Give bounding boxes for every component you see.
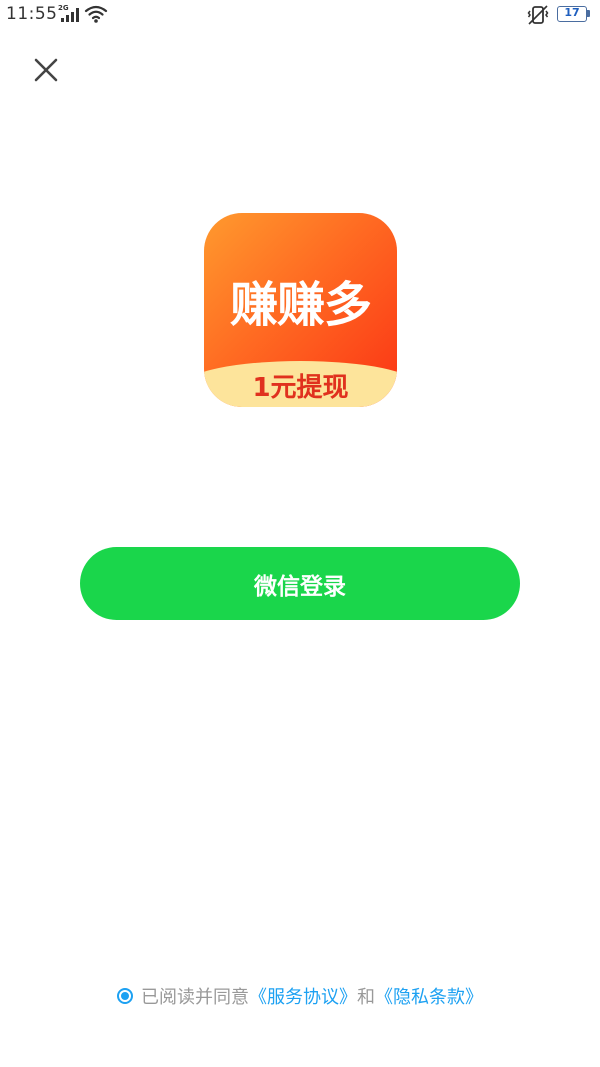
wechat-login-label: 微信登录 <box>254 573 346 600</box>
battery-level: 17 <box>564 6 580 19</box>
battery-icon: 17 <box>557 6 587 22</box>
service-agreement-link[interactable]: 《服务协议》 <box>249 983 357 1009</box>
network-type-label: 2G <box>58 4 69 12</box>
wechat-login-button[interactable]: 微信登录 <box>80 547 520 620</box>
radio-checked-icon[interactable] <box>117 988 133 1004</box>
signal-icon: 2G <box>58 4 82 24</box>
agreement-prefix: 已阅读并同意 <box>141 987 249 1008</box>
close-icon[interactable] <box>32 56 60 84</box>
radio-dot <box>121 992 129 1000</box>
app-logo-tagline: 1元提现 <box>252 373 349 403</box>
agreement-row: 已阅读并同意 《服务协议》 和 《隐私条款》 <box>0 982 600 1010</box>
vibrate-icon <box>527 4 549 26</box>
privacy-policy-link[interactable]: 《隐私条款》 <box>375 983 483 1009</box>
app-logo: 赚赚多 1元提现 <box>204 213 397 407</box>
battery-tip <box>587 10 590 17</box>
agreement-conjunction: 和 <box>357 987 375 1008</box>
wifi-icon <box>84 4 108 24</box>
status-bar: 11:55 2G 17 <box>0 0 600 30</box>
status-time: 11:55 <box>6 4 58 24</box>
app-logo-name: 赚赚多 <box>229 277 372 333</box>
